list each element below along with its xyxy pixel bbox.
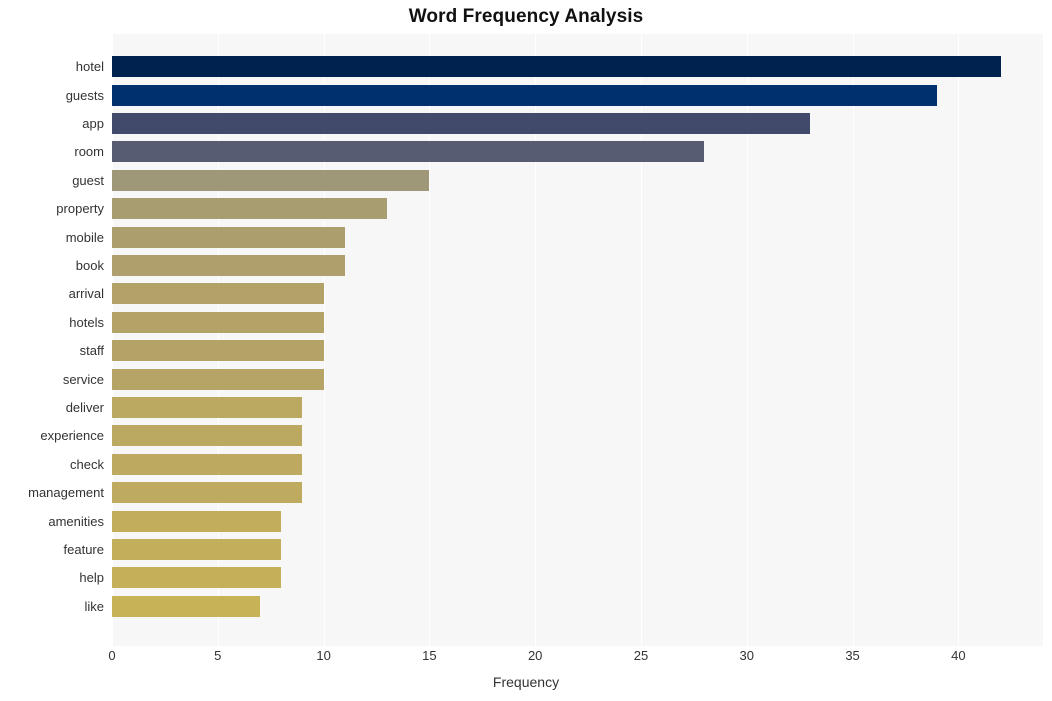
- chart-figure: Word Frequency Analysis hotel guests app ro…: [0, 0, 1052, 701]
- y-axis-tick-label: staff: [79, 343, 104, 359]
- y-axis-tick-label: deliver: [65, 399, 104, 415]
- bar: [112, 482, 303, 504]
- bar: [112, 283, 324, 305]
- y-axis-tick-label: hotel: [75, 59, 104, 75]
- chart-title: Word Frequency Analysis: [408, 6, 644, 27]
- y-axis-tick-label: hotels: [69, 314, 104, 330]
- bar: [112, 311, 324, 333]
- bar: [112, 595, 261, 617]
- bar: [112, 538, 282, 560]
- x-axis-tick-label: 20: [527, 648, 543, 663]
- plot-area: [112, 34, 1043, 646]
- x-axis-tick-label: 25: [633, 648, 649, 663]
- bar: [112, 567, 282, 589]
- bar: [112, 169, 430, 191]
- y-axis-tick-label: help: [79, 570, 104, 586]
- x-axis-tick-labels: 0 5 10 15 20 25 30 35 40: [108, 648, 1043, 670]
- bar: [112, 141, 705, 163]
- bar: [112, 56, 1001, 78]
- y-axis-tick-label: experience: [40, 428, 104, 444]
- x-axis-label: Frequency: [492, 674, 560, 690]
- y-axis-tick-label: management: [28, 485, 104, 501]
- bar: [112, 425, 303, 447]
- y-axis-tick-label: check: [70, 456, 104, 472]
- y-axis-tick-label: guest: [72, 172, 104, 188]
- bars-layer: [112, 34, 1043, 646]
- y-axis-tick-label: amenities: [48, 513, 104, 529]
- bar: [112, 254, 345, 276]
- bar: [112, 112, 811, 134]
- bar: [112, 84, 938, 106]
- x-axis-tick-label: 0: [108, 648, 116, 663]
- bar: [112, 453, 303, 475]
- y-axis-tick-label: mobile: [65, 229, 104, 245]
- y-axis-tick-label: feature: [63, 541, 104, 557]
- y-axis-tick-label: guests: [65, 87, 104, 103]
- y-axis-tick-label: property: [56, 201, 104, 217]
- x-axis-tick-label: 40: [951, 648, 966, 663]
- y-axis-tick-label: service: [62, 371, 104, 387]
- bar: [112, 226, 345, 248]
- bar: [112, 340, 324, 362]
- y-axis-tick-label: room: [74, 144, 104, 160]
- x-axis-tick-label: 5: [214, 648, 222, 663]
- bar: [112, 198, 388, 220]
- bar: [112, 510, 282, 532]
- x-axis-tick-label: 30: [739, 648, 754, 663]
- y-axis-tick-label: book: [75, 257, 104, 273]
- y-axis-tick-label: arrival: [68, 286, 104, 302]
- bar: [112, 396, 303, 418]
- y-axis-tick-label: like: [84, 598, 104, 614]
- x-axis-tick-label: 35: [845, 648, 860, 663]
- x-axis-tick-label: 15: [422, 648, 437, 663]
- y-axis-tick-labels: hotel guests app room guest property mobile boo…: [0, 34, 104, 646]
- bar: [112, 368, 324, 390]
- x-axis-tick-label: 10: [316, 648, 331, 663]
- y-axis-tick-label: app: [82, 115, 104, 131]
